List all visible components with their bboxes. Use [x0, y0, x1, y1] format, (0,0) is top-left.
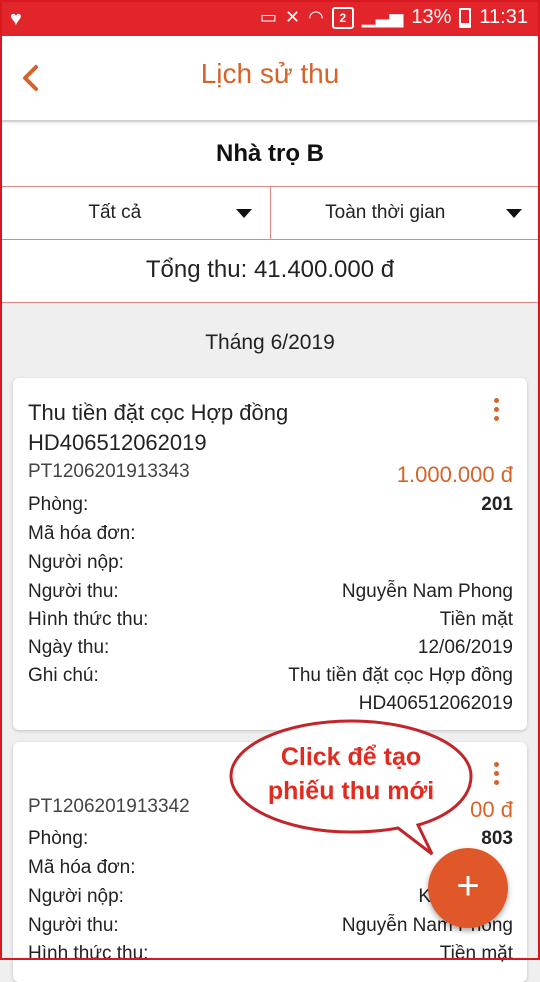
receipt-title: Thu tiền đặt cọc Hợp đồng HD406512062019 — [28, 398, 448, 458]
type-filter-value: Tất cả — [0, 202, 230, 224]
callout-text: Click để tạo phiếu thu mới — [242, 740, 460, 808]
total-summary: Tổng thu: 41.400.000 đ — [0, 240, 540, 303]
receipt-amount: 00 đ — [470, 797, 513, 823]
more-vert-icon[interactable] — [489, 762, 503, 792]
total-amount: Tổng thu: 41.400.000 đ — [0, 256, 540, 284]
property-name: Nhà trọ B — [0, 122, 540, 186]
field-label: Người thu: — [28, 581, 119, 603]
field-method: Hình thức thu: Tiền mặt — [28, 943, 513, 971]
cast-icon: ▭ — [260, 7, 277, 28]
battery-percent: 13% — [411, 6, 451, 29]
signal-icon: ▁▃▅ — [362, 7, 404, 28]
field-note: Ghi chú: Thu tiền đặt cọc Hợp đồng HD406… — [28, 665, 513, 723]
caret-down-icon — [236, 209, 252, 218]
status-icons: ▭ ✕ ◠ 2 ▁▃▅ 13% 11:31 — [260, 6, 528, 29]
mute-icon: ✕ — [285, 7, 300, 28]
field-payer: Người nộp: — [28, 552, 513, 580]
receipt-amount: 1.000.000 đ — [397, 462, 513, 488]
wifi-icon: ◠ — [308, 7, 324, 28]
add-receipt-button[interactable]: + — [428, 848, 508, 928]
field-method: Hình thức thu: Tiền mặt — [28, 609, 513, 637]
field-room: Phòng: 201 — [28, 494, 513, 522]
callout-line-1: Click để tạo — [242, 740, 460, 774]
caret-down-icon — [506, 209, 522, 218]
field-label: Ngày thu: — [28, 637, 109, 659]
field-collector: Người thu: Nguyễn Nam Phong — [28, 915, 513, 943]
receipt-code: PT1206201913343 — [28, 461, 190, 483]
field-value: Thu tiền đặt cọc Hợp đồng — [288, 665, 513, 687]
callout-line-2: phiếu thu mới — [242, 774, 460, 808]
field-label: Phòng: — [28, 494, 88, 516]
field-value: 201 — [481, 494, 513, 516]
field-value: 803 — [481, 828, 513, 850]
field-value: Tiền mặt — [440, 943, 513, 965]
field-label: Phòng: — [28, 828, 88, 850]
plus-icon: + — [428, 863, 508, 909]
heart-icon: ♥ — [10, 8, 22, 31]
field-label: Hình thức thu: — [28, 609, 148, 631]
field-date: Ngày thu: 12/06/2019 — [28, 637, 513, 665]
field-label: Người nộp: — [28, 886, 124, 908]
field-value: 12/06/2019 — [418, 637, 513, 659]
field-collector: Người thu: Nguyễn Nam Phong — [28, 581, 513, 609]
property-header: Nhà trọ B — [0, 122, 540, 187]
field-value: HD406512062019 — [359, 693, 513, 715]
field-label: Mã hóa đơn: — [28, 523, 136, 545]
field-label: Mã hóa đơn: — [28, 857, 136, 879]
field-label: Ghi chú: — [28, 665, 99, 687]
clock: 11:31 — [479, 6, 528, 29]
field-value: Tiền mặt — [440, 609, 513, 631]
field-label: Người thu: — [28, 915, 119, 937]
status-bar: ♥ ▭ ✕ ◠ 2 ▁▃▅ 13% 11:31 — [0, 0, 540, 36]
battery-icon — [459, 8, 471, 28]
sim-badge: 2 — [332, 7, 354, 29]
page-title: Lịch sử thu — [0, 58, 540, 90]
receipt-code: PT1206201913342 — [28, 796, 190, 818]
filter-bar: Tất cả Toàn thời gian — [0, 187, 540, 240]
type-filter-dropdown[interactable]: Tất cả — [0, 187, 270, 239]
receipt-card[interactable]: Thu tiền đặt cọc Hợp đồng HD406512062019… — [13, 378, 527, 730]
more-vert-icon[interactable] — [489, 398, 503, 428]
callout-bubble: Click để tạo phiếu thu mới — [228, 718, 474, 848]
field-label: Người nộp: — [28, 552, 124, 574]
period-filter-value: Toàn thời gian — [271, 202, 501, 224]
period-filter-dropdown[interactable]: Toàn thời gian — [270, 187, 540, 239]
month-header: Tháng 6/2019 — [0, 303, 540, 377]
field-label: Hình thức thu: — [28, 943, 148, 965]
field-invoice: Mã hóa đơn: — [28, 523, 513, 551]
field-value: Nguyễn Nam Phong — [342, 581, 513, 603]
app-bar: Lịch sử thu — [0, 36, 540, 120]
